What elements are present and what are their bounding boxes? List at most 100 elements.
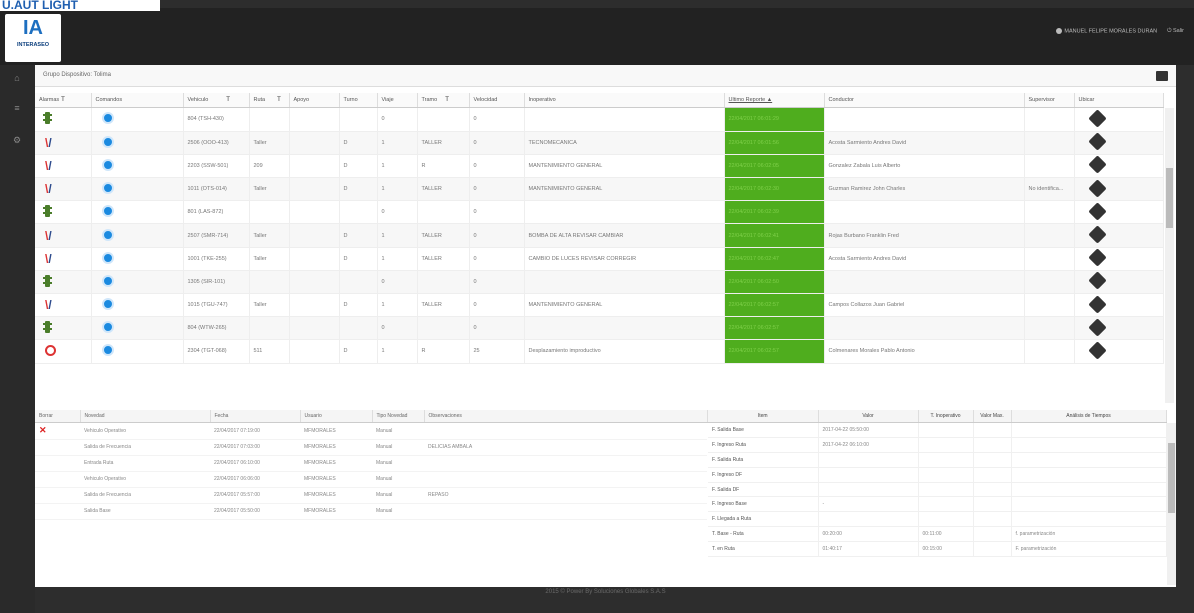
cell-apoyo (289, 339, 340, 364)
cell-turno: D (339, 339, 378, 364)
col-ultimo-reporte[interactable]: Ultimo Reporte ▲ (724, 93, 825, 108)
cell-usuario: MFMORALES (300, 471, 372, 488)
analisis-scrollbar[interactable] (1167, 423, 1176, 585)
col-ubicar[interactable]: Ubicar (1074, 93, 1164, 108)
command-icon[interactable] (101, 135, 114, 148)
locate-cell (1074, 108, 1164, 132)
list-icon[interactable]: ≡ (12, 103, 22, 113)
delete-cell (35, 503, 80, 520)
novedad-row: Vehiculo Operativo 22/04/2017 06:06:00 MFM… (35, 471, 707, 488)
scroll-thumb[interactable] (1166, 168, 1173, 228)
vehicle-row[interactable]: \/ 1001 (TKE-255) Taller D 1 TALLER 0 CAMBIO DE… (35, 247, 1164, 271)
locate-icon[interactable] (1087, 155, 1107, 175)
col-label: Ruta (253, 96, 266, 103)
cell-vehiculo: 2507 (SMR-714) (183, 223, 250, 248)
col-viaje[interactable]: Viaje (377, 93, 418, 108)
locate-icon[interactable] (1087, 318, 1107, 337)
command-icon[interactable] (101, 158, 114, 171)
vehicle-row[interactable]: \/ 2507 (SMR-714) Taller D 1 TALLER 0 BOMBA DE … (35, 223, 1164, 248)
grid-scrollbar[interactable] (1165, 108, 1174, 403)
cell-turno: D (339, 177, 378, 202)
locate-icon[interactable] (1087, 132, 1107, 151)
col-tramo[interactable]: Tramo T (417, 93, 470, 108)
vehicle-row[interactable]: 804 (TSH-430) 0 0 22/04/2017 06:01:29 (35, 108, 1164, 132)
cell-vehiculo: 2506 (OOO-413) (183, 131, 250, 155)
col-ruta[interactable]: Ruta T (249, 93, 290, 108)
vehicle-row[interactable]: 2304 (TGT-068) 511 D 1 R 25 Desplazamiento imp… (35, 339, 1164, 364)
locate-icon[interactable] (1087, 341, 1107, 360)
vehicle-row[interactable]: \/ 2203 (SSW-501) 209 D 1 R 0 MANTENIMIENTO GEN… (35, 154, 1164, 179)
locate-icon[interactable] (1087, 294, 1107, 314)
command-icon[interactable] (101, 112, 114, 125)
filter-icon[interactable]: T (277, 97, 281, 103)
cell-viaje: 1 (377, 223, 418, 248)
command-icon[interactable] (101, 298, 114, 311)
filter-icon[interactable]: T (226, 97, 230, 103)
col-comandos[interactable]: Comandos (91, 93, 184, 108)
cell-reporte: 22/04/2017 06:02:57 (724, 339, 825, 364)
cell-turno (339, 270, 378, 295)
col-turno[interactable]: Turno (339, 93, 378, 108)
locate-icon[interactable] (1087, 202, 1107, 221)
scroll-thumb[interactable] (1168, 443, 1175, 513)
command-icon[interactable] (101, 228, 114, 241)
user-link[interactable]: MANUEL FELIPE MORALES DURAN (1056, 28, 1157, 35)
locate-icon[interactable] (1087, 178, 1107, 198)
cell-inoperativo: MANTENIMIENTO GENERAL (524, 177, 725, 202)
command-icon[interactable] (101, 274, 114, 287)
cell-velocidad: 0 (469, 131, 525, 155)
cell-max (973, 496, 1012, 513)
cell-viaje: 1 (377, 293, 418, 318)
command-icon[interactable] (101, 251, 114, 264)
col-apoyo[interactable]: Apoyo (289, 93, 340, 108)
cell-tramo: TALLER (417, 293, 470, 318)
cell-analisis (1011, 511, 1167, 528)
cell-novedad: Salida de Frecuencia (80, 487, 210, 504)
command-icon[interactable] (101, 321, 114, 334)
vehicle-row[interactable]: \/ 1011 (OTS-014) Taller D 1 TALLER 0 MANTENIMI… (35, 177, 1164, 202)
cell-inoperativo: MANTENIMIENTO GENERAL (524, 293, 725, 318)
exit-link[interactable]: ⏻ Salir (1167, 28, 1184, 35)
command-icon[interactable] (101, 182, 114, 195)
col-alarmas[interactable]: Alarmas T (35, 93, 92, 108)
delete-icon[interactable]: ✕ (39, 425, 47, 435)
locate-icon[interactable] (1087, 271, 1107, 291)
cell-item: F. Salida Ruta (708, 452, 819, 468)
gear-icon[interactable]: ⚙ (12, 135, 22, 145)
locate-icon[interactable] (1087, 225, 1107, 244)
cell-supervisor (1024, 200, 1075, 225)
vehicle-row[interactable]: \/ 2506 (OOO-413) Taller D 1 TALLER 0 TECNOMECA… (35, 131, 1164, 155)
col-velocidad[interactable]: Velocidad (469, 93, 525, 108)
logo-text: INTERASEO (16, 42, 50, 48)
filter-icon[interactable]: T (445, 97, 449, 103)
locate-icon[interactable] (1087, 248, 1107, 267)
filter-icon[interactable]: T (61, 97, 65, 103)
tools-icon: \/ (45, 158, 52, 173)
cell-analisis (1011, 437, 1167, 454)
vehicle-row[interactable]: \/ 1015 (TGU-747) Taller D 1 TALLER 0 MANTENIMI… (35, 293, 1164, 318)
cell-conductor (824, 108, 1025, 132)
col-fecha: Fecha (210, 410, 301, 423)
cell-reporte: 22/04/2017 06:01:29 (724, 108, 825, 132)
locate-icon[interactable] (1087, 109, 1107, 128)
cell-item: F. Llegada a Ruta (708, 511, 819, 528)
cell-item: F. Ingreso Base (708, 496, 819, 513)
vehicle-row[interactable]: 1305 (SIR-101) 0 0 22/04/2017 06:02:50 (35, 270, 1164, 295)
command-icon[interactable] (101, 344, 114, 357)
col-conductor[interactable]: Conductor (824, 93, 1025, 108)
cell-ruta (249, 316, 290, 341)
command-icon[interactable] (101, 205, 114, 218)
home-icon[interactable]: ⌂ (12, 73, 22, 83)
cell-conductor (824, 316, 1025, 341)
col-supervisor[interactable]: Supervisor (1024, 93, 1075, 108)
folder-icon[interactable] (1156, 71, 1168, 81)
vehicle-row[interactable]: 801 (LAS-872) 0 0 22/04/2017 06:02:39 (35, 200, 1164, 225)
col-inoperativo[interactable]: Inoperativo (524, 93, 725, 108)
cell-valor (818, 511, 919, 528)
vehicle-row[interactable]: 804 (WTW-265) 0 0 22/04/2017 06:02:57 (35, 316, 1164, 341)
col-vehiculo[interactable]: Vehiculo T (183, 93, 250, 108)
company-logo[interactable]: IA INTERASEO (5, 14, 61, 62)
cell-viaje: 0 (377, 200, 418, 225)
cell-apoyo (289, 200, 340, 225)
command-cell (91, 154, 184, 179)
